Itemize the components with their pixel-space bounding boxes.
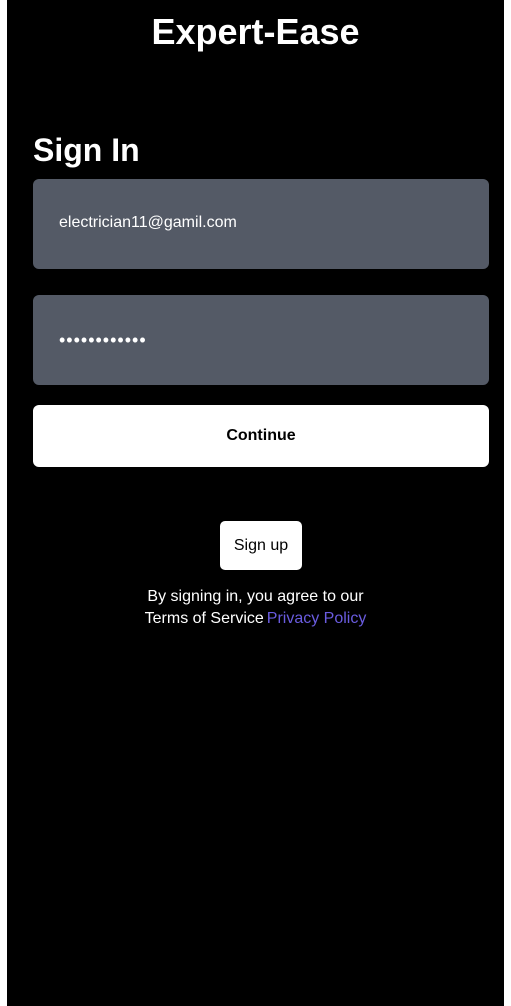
password-field[interactable] (33, 295, 489, 385)
app-title: Expert-Ease (151, 11, 360, 52)
email-input[interactable] (59, 214, 463, 232)
terms-links-line: Terms of Service Privacy Policy (7, 608, 504, 630)
privacy-policy-link[interactable]: Privacy Policy (267, 610, 367, 627)
terms-of-service-link[interactable]: Terms of Service (145, 610, 264, 627)
sign-in-heading: Sign In (33, 132, 140, 168)
app-screen: Expert-Ease Sign In Continue Sign up By … (7, 0, 504, 1006)
continue-button[interactable]: Continue (33, 405, 489, 467)
terms-notice: By signing in, you agree to our Terms of… (7, 586, 504, 630)
email-field[interactable] (33, 179, 489, 269)
terms-agree-text: By signing in, you agree to our (147, 588, 364, 605)
password-input[interactable] (59, 329, 463, 351)
sign-up-button[interactable]: Sign up (220, 521, 302, 570)
